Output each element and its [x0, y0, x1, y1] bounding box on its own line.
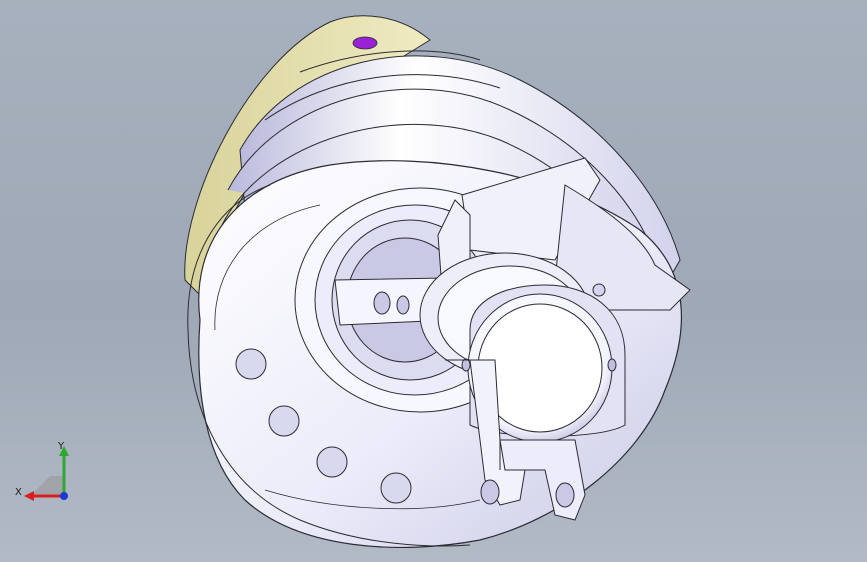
bolt-hole — [380, 472, 412, 504]
purple-marker — [352, 36, 378, 50]
side-screw — [592, 283, 606, 297]
bolt-hole — [268, 405, 300, 437]
coordinate-triad: X Y — [12, 438, 82, 510]
bolt-hole — [235, 348, 267, 380]
turbocharger-model[interactable] — [0, 0, 867, 562]
graphics-viewport[interactable]: X Y — [0, 0, 867, 562]
y-axis-label: Y — [58, 441, 65, 452]
triad-icon — [24, 446, 69, 501]
x-axis-label: X — [15, 487, 22, 498]
bolt-hole — [316, 446, 348, 478]
